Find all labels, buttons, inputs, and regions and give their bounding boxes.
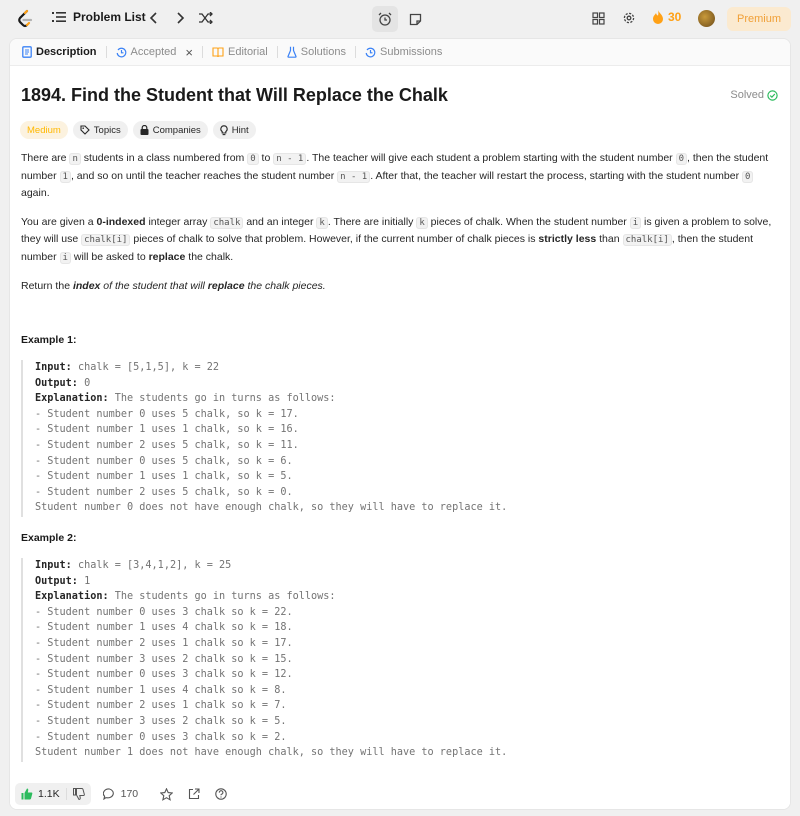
thumbs-down-icon xyxy=(72,788,85,800)
lightbulb-icon xyxy=(220,124,228,135)
problem-description: There are n students in a class numbered… xyxy=(21,150,773,307)
example-heading: Example 2: xyxy=(21,532,77,544)
previous-problem-button[interactable] xyxy=(145,9,163,27)
tab-divider xyxy=(201,46,203,58)
flask-icon xyxy=(287,46,297,58)
chevron-right-icon xyxy=(177,12,185,24)
fire-icon xyxy=(653,10,663,24)
like-button[interactable]: 1.1K xyxy=(21,788,60,800)
tab-submissions[interactable]: Submissions xyxy=(361,46,446,58)
note-icon xyxy=(409,13,421,25)
timer-button[interactable] xyxy=(372,6,398,32)
tab-description[interactable]: Description xyxy=(18,46,101,58)
random-problem-button[interactable] xyxy=(197,9,215,27)
comment-count: 170 xyxy=(120,788,139,800)
example-block: Input: chalk = [3,4,1,2], k = 25 Output:… xyxy=(21,558,773,762)
chip-label: Companies xyxy=(152,124,201,136)
panel-tabs: Description Accepted × Editorial Solutio… xyxy=(10,39,790,66)
solved-label: Solved xyxy=(730,89,764,101)
tab-label: Editorial xyxy=(227,46,268,58)
tab-solutions[interactable]: Solutions xyxy=(283,46,350,58)
tab-label: Solutions xyxy=(300,46,346,58)
difficulty-badge: Medium xyxy=(20,121,68,139)
tab-divider xyxy=(276,46,278,58)
tab-label: Description xyxy=(36,46,97,58)
dislike-button[interactable] xyxy=(65,788,85,800)
book-icon xyxy=(212,46,224,57)
description-paragraph: Return the index of the student that wil… xyxy=(21,280,326,292)
solved-status: Solved xyxy=(730,89,778,101)
problem-list-button[interactable]: Problem List xyxy=(52,10,146,24)
check-circle-icon xyxy=(767,89,778,101)
star-icon xyxy=(160,787,174,801)
tab-label: Accepted xyxy=(130,46,177,58)
leetcode-logo-icon[interactable] xyxy=(16,9,34,29)
list-icon xyxy=(52,12,66,22)
question-circle-icon xyxy=(215,788,227,800)
external-link-icon xyxy=(189,788,200,800)
settings-button[interactable] xyxy=(621,10,637,26)
tab-divider xyxy=(105,46,107,58)
lock-icon xyxy=(140,125,149,135)
streak-count: 30 xyxy=(668,10,682,24)
description-icon xyxy=(22,46,32,58)
example-heading: Example 1: xyxy=(21,334,77,346)
description-paragraph: There are n students in a class numbered… xyxy=(21,152,769,199)
description-paragraph: You are given a 0-indexed integer array … xyxy=(21,215,772,264)
share-button[interactable] xyxy=(188,788,200,800)
shuffle-icon xyxy=(199,12,213,24)
vote-group: 1.1K xyxy=(15,783,91,805)
thumbs-up-icon xyxy=(21,788,33,800)
chip-label: Topics xyxy=(93,124,121,136)
topics-chip[interactable]: Topics xyxy=(72,121,128,139)
alarm-clock-icon xyxy=(378,12,392,26)
tab-divider xyxy=(355,46,356,58)
daily-streak[interactable]: 30 xyxy=(652,10,681,24)
comments-button[interactable]: 170 xyxy=(102,788,139,800)
problem-title: 1894. Find the Student that Will Replace… xyxy=(21,85,448,105)
like-count: 1.1K xyxy=(38,788,60,800)
chevron-left-icon xyxy=(149,12,157,24)
layout-button[interactable] xyxy=(590,10,606,26)
example-block: Input: chalk = [5,1,5], k = 22 Output: 0… xyxy=(21,360,773,517)
premium-button[interactable]: Premium xyxy=(727,7,791,31)
gear-icon xyxy=(623,12,635,24)
next-problem-button[interactable] xyxy=(171,9,189,27)
tab-label: Submissions xyxy=(380,46,443,58)
history-icon xyxy=(116,47,126,57)
top-navbar: Problem List 30 Premium xyxy=(0,0,800,37)
avatar[interactable] xyxy=(698,10,715,27)
companies-chip[interactable]: Companies xyxy=(132,121,208,139)
help-button[interactable] xyxy=(215,788,227,800)
comment-icon xyxy=(102,788,114,800)
tag-icon xyxy=(80,125,90,135)
notes-button[interactable] xyxy=(402,6,428,32)
favorite-button[interactable] xyxy=(160,787,174,801)
history-icon xyxy=(365,47,376,57)
description-panel: Description Accepted × Editorial Solutio… xyxy=(9,38,791,810)
hint-chip[interactable]: Hint xyxy=(212,121,256,139)
bottom-action-bar: 1.1K 170 xyxy=(10,779,790,809)
problem-list-label: Problem List xyxy=(73,10,146,24)
problem-tags: Medium Topics Companies Hint xyxy=(20,121,256,139)
tab-accepted[interactable]: Accepted × xyxy=(112,45,197,60)
close-tab-icon[interactable]: × xyxy=(185,45,193,60)
grid-layout-icon xyxy=(591,11,605,25)
chip-label: Hint xyxy=(231,124,249,136)
tab-editorial[interactable]: Editorial xyxy=(208,46,272,58)
